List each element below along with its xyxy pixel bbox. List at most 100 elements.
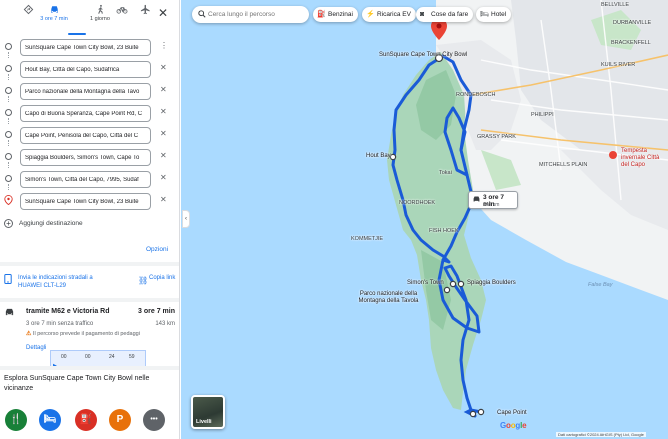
cape-point-label[interactable]: Cape Point	[497, 410, 527, 416]
camera-icon: ◙	[420, 11, 425, 18]
fish-hoek-label: FISH HOEK	[429, 228, 459, 234]
route-option[interactable]: tramite M62 e Victoria Rd 3 ore 7 min 3 …	[4, 306, 179, 356]
close-icon[interactable]: ✕	[160, 64, 167, 72]
route-search-input[interactable]	[208, 8, 304, 21]
parking-button[interactable]: P	[109, 409, 131, 431]
waypoint-input[interactable]	[20, 61, 151, 78]
park-label[interactable]: Parco nazionale della Montagna della Tav…	[351, 291, 426, 305]
waypoint-dot-icon	[5, 87, 12, 94]
overlay-time: 59	[129, 354, 135, 360]
layers-button[interactable]: Livelli	[191, 395, 225, 429]
overlay-time: 00	[61, 354, 67, 360]
parking-icon: P	[116, 414, 124, 425]
kommetjie-label: KOMMETJIE	[351, 236, 384, 242]
route-duration: 3 ore 7 min	[138, 308, 175, 315]
map-canvas[interactable]: SunSquare Cape Town City Bowl Hout Bay S…	[181, 0, 668, 439]
link-icon[interactable]: ⛓	[138, 276, 148, 285]
waypoint-dot-icon	[5, 153, 12, 160]
close-icon[interactable]: ✕	[160, 86, 167, 94]
directions-panel: 3 ore 7 min 1 giorno ✕ ⋮ ✕ ✕ ✕ ✕ ✕ ✕ ✕ +…	[0, 0, 180, 439]
waypoint-row: ✕	[0, 146, 179, 168]
waypoint-input[interactable]	[20, 105, 151, 122]
chip-things-label: Cose da fare	[431, 11, 469, 18]
mode-walk-time: 1 giorno	[90, 16, 110, 22]
bicycle-icon	[116, 7, 128, 14]
route-via: tramite M62 e Victoria Rd	[26, 308, 110, 315]
destination-pin-icon	[4, 195, 13, 205]
tempesta-label[interactable]: Tempesta invernale Città del Capo	[621, 148, 667, 169]
send-to-device: Invia le indicazioni stradali a HUAWEI C…	[4, 272, 179, 296]
close-icon[interactable]: ✕	[158, 6, 168, 20]
kuils-river-label: KUILS RIVER	[601, 62, 636, 68]
mode-walk[interactable]: 1 giorno	[88, 4, 112, 22]
fuel-button[interactable]: ⛽	[75, 409, 97, 431]
mode-flight[interactable]	[133, 4, 157, 15]
more-button[interactable]: •••	[143, 409, 165, 431]
chip-hotel-label: Hotel	[491, 11, 507, 18]
route-search-box[interactable]	[192, 6, 309, 23]
chip-fuel[interactable]: ⛽ Benzinai	[313, 7, 358, 22]
grassy-park-label: GRASSY PARK	[477, 134, 516, 140]
toll-warning-text: Il percorso prevede il pagamento di peda…	[32, 331, 140, 337]
close-icon[interactable]: ✕	[160, 196, 167, 204]
divider	[0, 366, 179, 370]
waypoint-row: ✕	[0, 80, 179, 102]
copy-link-button[interactable]: Copia link	[149, 274, 177, 282]
details-button[interactable]: Dettagli	[26, 345, 46, 351]
divider	[0, 298, 179, 302]
waypoint-input[interactable]	[20, 39, 151, 56]
hotels-button[interactable]: 🛏	[39, 409, 61, 431]
boulders-label[interactable]: Spiaggia Boulders	[467, 280, 516, 286]
walking-icon	[97, 4, 103, 14]
close-icon[interactable]: ✕	[160, 130, 167, 138]
close-icon[interactable]: ✕	[160, 108, 167, 116]
waypoint-row: ✕	[0, 168, 179, 190]
bellville-label: BELLVILLE	[601, 2, 630, 8]
add-destination-button[interactable]: + Aggiungi destinazione	[4, 219, 83, 231]
waypoint-input[interactable]	[20, 149, 151, 166]
origin-label[interactable]: SunSquare Cape Town City Bowl	[379, 52, 467, 59]
waypoint-row: ✕	[0, 190, 179, 212]
mode-best-route[interactable]	[16, 4, 40, 15]
active-mode-indicator	[68, 33, 86, 35]
close-icon[interactable]: ✕	[160, 152, 167, 160]
waypoint-dot-icon	[5, 175, 12, 182]
waypoint-input[interactable]	[20, 171, 151, 188]
waypoint-input[interactable]	[20, 193, 151, 210]
tokai-label: Tokai	[439, 170, 452, 176]
map-base	[181, 0, 668, 439]
mode-bike[interactable]	[110, 4, 134, 15]
options-button[interactable]: Opzioni	[146, 246, 168, 253]
waypoint-input[interactable]	[20, 83, 151, 100]
route-time-callout[interactable]: 3 ore 7 min 143 km	[468, 191, 518, 209]
mitchells-plain-label: MITCHELLS PLAIN	[539, 162, 588, 168]
waypoint-row: ⋮	[0, 36, 179, 58]
plane-icon	[140, 4, 150, 15]
callout-distance: 143 km	[483, 202, 500, 208]
car-icon	[473, 196, 480, 202]
more-icon: •••	[150, 416, 158, 423]
simons-town-label[interactable]: Simon's Town	[407, 280, 444, 286]
rondebosch-label: RONDEBOSCH	[456, 92, 496, 98]
chip-hotel[interactable]: 🛏 Hotel	[476, 7, 512, 22]
mode-drive[interactable]: 3 ore 7 min	[40, 4, 68, 22]
chip-things-to-do[interactable]: ◙ Cose da fare	[416, 7, 474, 22]
waypoint-dot-icon	[5, 43, 12, 50]
drag-handle-icon[interactable]: ⋮	[160, 42, 168, 50]
nearby-categories: 🍴 🛏 ⛽ P •••	[5, 409, 175, 433]
waypoint-input[interactable]	[20, 127, 151, 144]
send-directions-link[interactable]: Invia le indicazioni stradali a HUAWEI C…	[18, 274, 118, 290]
waypoint-dot-icon	[5, 65, 12, 72]
close-icon[interactable]: ✕	[160, 174, 167, 182]
chip-ev[interactable]: ⚡ Ricarica EV	[362, 7, 416, 22]
warning-icon: ⚠	[26, 331, 32, 337]
bed-icon: 🛏	[480, 11, 489, 18]
travel-modes: 3 ore 7 min 1 giorno ✕	[0, 0, 179, 36]
collapse-panel-button[interactable]: ‹	[182, 210, 190, 228]
fuel-icon: ⛽	[317, 11, 326, 18]
chip-ev-label: Ricarica EV	[377, 11, 411, 18]
restaurants-button[interactable]: 🍴	[5, 409, 27, 431]
hout-bay-label[interactable]: Hout Bay	[366, 153, 391, 159]
overlay-time: 24	[109, 354, 115, 360]
search-icon	[198, 10, 206, 18]
